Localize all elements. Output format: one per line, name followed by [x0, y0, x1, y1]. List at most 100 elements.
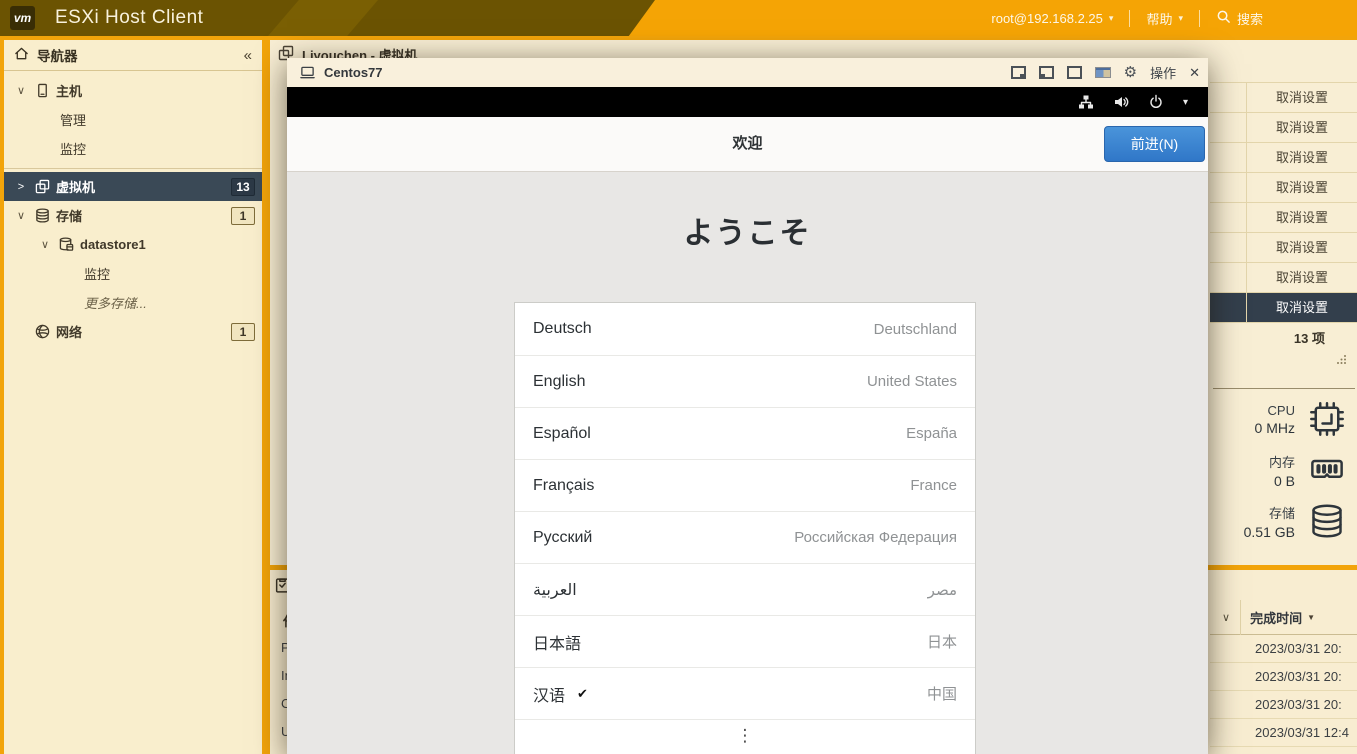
column-menu-icon[interactable]: ∨ — [1222, 611, 1230, 624]
window-restore-icon[interactable] — [1039, 66, 1054, 79]
cancel-settings-link[interactable]: 取消设置 — [1210, 83, 1357, 113]
language-name: Deutsch — [533, 320, 592, 338]
chevron-down-icon[interactable]: ▾ — [1183, 97, 1188, 108]
actions-menu[interactable]: 操作 — [1150, 63, 1176, 82]
network-icon — [34, 324, 50, 340]
language-region: United States — [867, 373, 957, 390]
language-option[interactable]: Deutsch ✔ Deutschland — [515, 303, 975, 355]
language-name: 日本語 — [533, 630, 581, 654]
installer-body: ようこそ Deutsch ✔ Deutschland English ✔ — [287, 172, 1208, 754]
next-button[interactable]: 前进(N) — [1104, 126, 1205, 162]
window-maximize-icon[interactable] — [1067, 66, 1082, 79]
help-label: 帮助 — [1146, 9, 1172, 28]
resize-grip-icon[interactable] — [1337, 354, 1347, 364]
language-region: France — [910, 477, 957, 494]
home-icon — [14, 46, 29, 64]
console-vm-name: Centos77 — [324, 65, 383, 80]
language-region: 中国 — [927, 683, 957, 704]
speaker-icon[interactable] — [1113, 94, 1129, 110]
gear-icon[interactable]: ⚙ — [1124, 65, 1137, 80]
completion-time-header[interactable]: ∨ 完成时间 ▼ — [1210, 600, 1357, 635]
language-option[interactable]: 汉语 ✔ 中国 — [515, 667, 975, 719]
tree-caret-icon[interactable]: ∨ — [14, 209, 28, 222]
task-completion-time[interactable]: 2023/03/31 20: — [1210, 635, 1357, 663]
close-icon[interactable]: ✕ — [1189, 65, 1200, 81]
stat-value: 0.51 GB — [1244, 524, 1295, 540]
console-title-bar[interactable]: Centos77 ⚙ 操作 ✕ — [287, 58, 1208, 87]
language-option[interactable]: Русский ✔ Российская Федерация — [515, 511, 975, 563]
sidebar-item[interactable]: 监控 — [4, 134, 262, 163]
language-option[interactable]: العربية ✔ مصر — [515, 563, 975, 615]
sort-desc-icon: ▼ — [1307, 613, 1315, 622]
tree-caret-icon[interactable]: ∨ — [14, 84, 28, 97]
app-title: ESXi Host Client — [55, 0, 203, 36]
sidebar-item[interactable]: ∨ datastore1 — [4, 230, 262, 259]
sidebar-item-label: 主机 — [56, 81, 82, 100]
help-menu[interactable]: 帮助 ▾ — [1146, 9, 1183, 28]
navigator-sidebar: 导航器 « ∨ 主机 管理 — [4, 40, 262, 754]
language-option[interactable]: English ✔ United States — [515, 355, 975, 407]
count-badge: 1 — [231, 323, 255, 341]
chevron-down-icon: ▾ — [1178, 13, 1183, 24]
host-icon — [34, 83, 50, 99]
language-name: العربية — [533, 580, 577, 600]
task-completion-time[interactable]: 2023/03/31 20: — [1210, 691, 1357, 719]
cancel-settings-link[interactable]: 取消设置 — [1210, 113, 1357, 143]
storage-icon — [34, 208, 50, 224]
stat-label: CPU — [1255, 403, 1295, 418]
section-divider — [1213, 388, 1355, 389]
vmware-logo: vm — [10, 6, 35, 30]
stat-block: 内存 0 B — [1210, 451, 1357, 489]
sidebar-item[interactable]: ∨ 主机 — [4, 76, 262, 105]
user-menu[interactable]: root@192.168.2.25 ▾ — [991, 11, 1113, 26]
stat-label: 内存 — [1269, 452, 1295, 471]
console-dialog: Centos77 ⚙ 操作 ✕ ▾ 欢迎 — [287, 58, 1208, 754]
console-screenshot-icon[interactable] — [1095, 67, 1111, 78]
cancel-settings-link[interactable]: 取消设置 — [1210, 143, 1357, 173]
search-label: 搜索 — [1237, 9, 1263, 28]
sidebar-item[interactable]: 网络 1 — [4, 317, 262, 346]
more-languages-row[interactable]: ⋮ — [515, 719, 975, 754]
language-region: Deutschland — [874, 321, 957, 338]
stat-block: CPU 0 MHz — [1210, 400, 1357, 438]
task-completion-time[interactable]: 2023/03/31 20: — [1210, 663, 1357, 691]
language-option[interactable]: Français ✔ France — [515, 459, 975, 511]
window-restore-small-icon[interactable] — [1011, 66, 1026, 79]
sidebar-item[interactable]: 更多存储... — [4, 288, 262, 317]
navigator-header: 导航器 « — [4, 40, 262, 71]
language-option[interactable]: 日本語 ✔ 日本 — [515, 615, 975, 667]
installer-title: 欢迎 — [287, 117, 1208, 171]
monitor-icon — [299, 65, 316, 80]
cancel-settings-link[interactable]: 取消设置 — [1210, 263, 1357, 293]
sidebar-item[interactable]: > 虚拟机 13 — [4, 172, 262, 201]
column-divider — [1240, 600, 1241, 635]
language-option[interactable]: Español ✔ España — [515, 407, 975, 459]
language-region: España — [906, 425, 957, 442]
language-name: Français — [533, 477, 594, 495]
cpu-icon — [1307, 400, 1347, 438]
tree-caret-icon[interactable]: ∨ — [38, 238, 52, 251]
cancel-settings-link[interactable]: 取消设置 — [1210, 173, 1357, 203]
cancel-settings-link[interactable]: 取消设置 — [1210, 203, 1357, 233]
items-count: 13 项 — [1210, 322, 1357, 360]
guest-top-bar: ▾ — [287, 87, 1208, 117]
power-icon[interactable] — [1148, 94, 1164, 110]
collapse-sidebar-button[interactable]: « — [244, 47, 252, 64]
memory-icon — [1307, 451, 1347, 489]
sidebar-item[interactable]: 管理 — [4, 105, 262, 134]
cancel-settings-link[interactable]: 取消设置 — [1210, 233, 1357, 263]
sidebar-item-label: 管理 — [60, 110, 86, 129]
cancel-settings-link[interactable]: 取消设置 — [1210, 293, 1357, 323]
tree-caret-icon[interactable]: > — [14, 181, 28, 193]
stat-value: 0 MHz — [1255, 420, 1295, 436]
language-region: 日本 — [927, 631, 957, 652]
search-box[interactable]: 搜索 — [1216, 9, 1263, 28]
sidebar-item-label: 监控 — [60, 139, 86, 158]
sidebar-item[interactable]: 监控 — [4, 259, 262, 288]
network-tree-icon[interactable] — [1078, 94, 1094, 110]
task-completion-time[interactable]: 2023/03/31 12:4 — [1210, 719, 1357, 747]
sidebar-item-label: 存储 — [56, 206, 82, 225]
welcome-heading: ようこそ — [287, 208, 1208, 252]
sidebar-item[interactable]: ∨ 存储 1 — [4, 201, 262, 230]
stat-block: 存储 0.51 GB — [1210, 502, 1357, 540]
